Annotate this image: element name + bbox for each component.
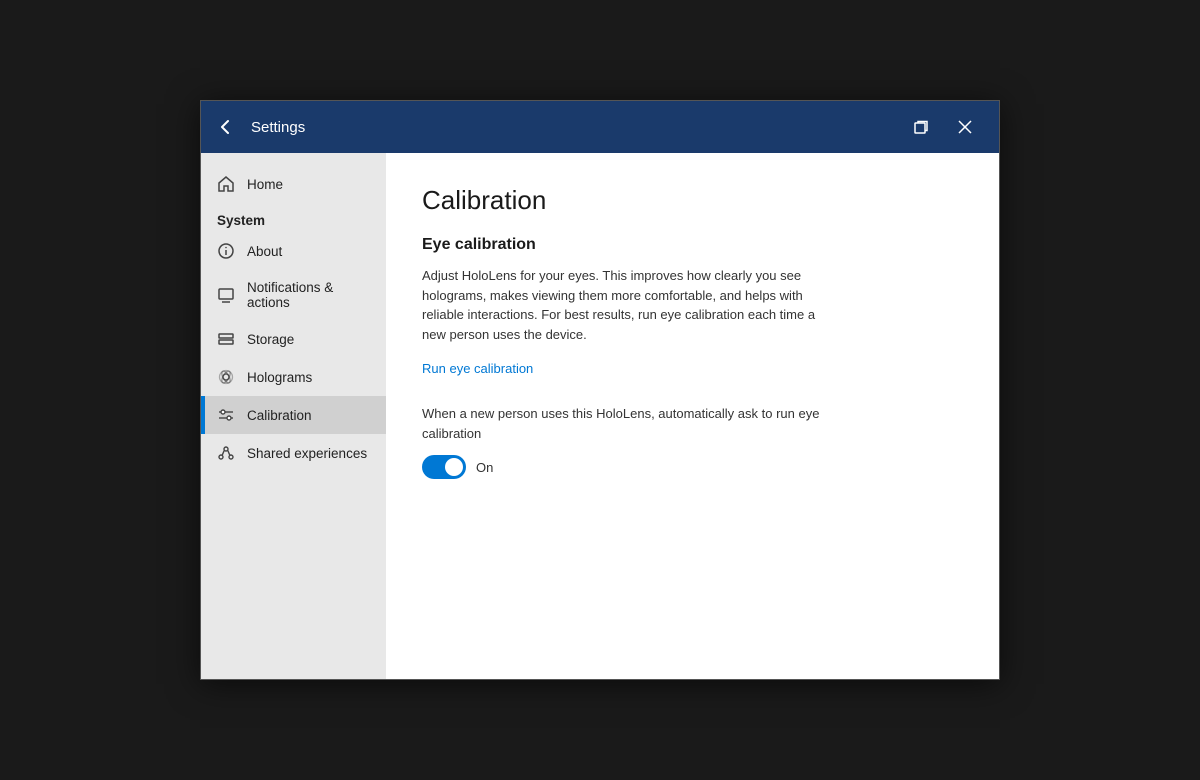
main-content: Calibration Eye calibration Adjust HoloL… (386, 153, 999, 679)
close-button[interactable] (947, 109, 983, 145)
calibration-icon (217, 406, 235, 424)
home-icon (217, 175, 235, 193)
sidebar-item-shared[interactable]: Shared experiences (201, 434, 386, 472)
sidebar-item-notifications-label: Notifications & actions (247, 280, 370, 310)
window-controls (903, 109, 983, 145)
toggle-row: On (422, 455, 963, 479)
sidebar-item-calibration[interactable]: Calibration (201, 396, 386, 434)
settings-window: Settings (200, 100, 1000, 680)
sidebar-item-about-label: About (247, 244, 282, 259)
run-calibration-link[interactable]: Run eye calibration (422, 361, 533, 376)
toggle-label: When a new person uses this HoloLens, au… (422, 404, 842, 443)
sidebar-item-storage-label: Storage (247, 332, 294, 347)
shared-icon (217, 444, 235, 462)
sidebar-item-about[interactable]: About (201, 232, 386, 270)
page-title: Calibration (422, 185, 963, 216)
sidebar-item-holograms-label: Holograms (247, 370, 312, 385)
restore-button[interactable] (903, 109, 939, 145)
toggle-thumb (445, 458, 463, 476)
auto-calibration-toggle[interactable] (422, 455, 466, 479)
window-body: Home System About (201, 153, 999, 679)
storage-icon (217, 330, 235, 348)
sidebar-item-storage[interactable]: Storage (201, 320, 386, 358)
sidebar: Home System About (201, 153, 386, 679)
sidebar-item-notifications[interactable]: Notifications & actions (201, 270, 386, 320)
about-icon (217, 242, 235, 260)
sidebar-item-shared-label: Shared experiences (247, 446, 367, 461)
holograms-icon (217, 368, 235, 386)
toggle-state-text: On (476, 460, 493, 475)
window-title: Settings (251, 119, 903, 136)
notifications-icon (217, 286, 235, 304)
toggle-section: When a new person uses this HoloLens, au… (422, 404, 963, 479)
sidebar-item-home[interactable]: Home (201, 165, 386, 203)
toggle-track (422, 455, 466, 479)
sidebar-item-calibration-label: Calibration (247, 408, 312, 423)
titlebar: Settings (201, 101, 999, 153)
sidebar-item-holograms[interactable]: Holograms (201, 358, 386, 396)
back-button[interactable] (217, 118, 235, 136)
sidebar-item-home-label: Home (247, 177, 283, 192)
section-title: Eye calibration (422, 236, 963, 254)
description-text: Adjust HoloLens for your eyes. This impr… (422, 266, 842, 344)
sidebar-section-system: System (201, 203, 386, 232)
